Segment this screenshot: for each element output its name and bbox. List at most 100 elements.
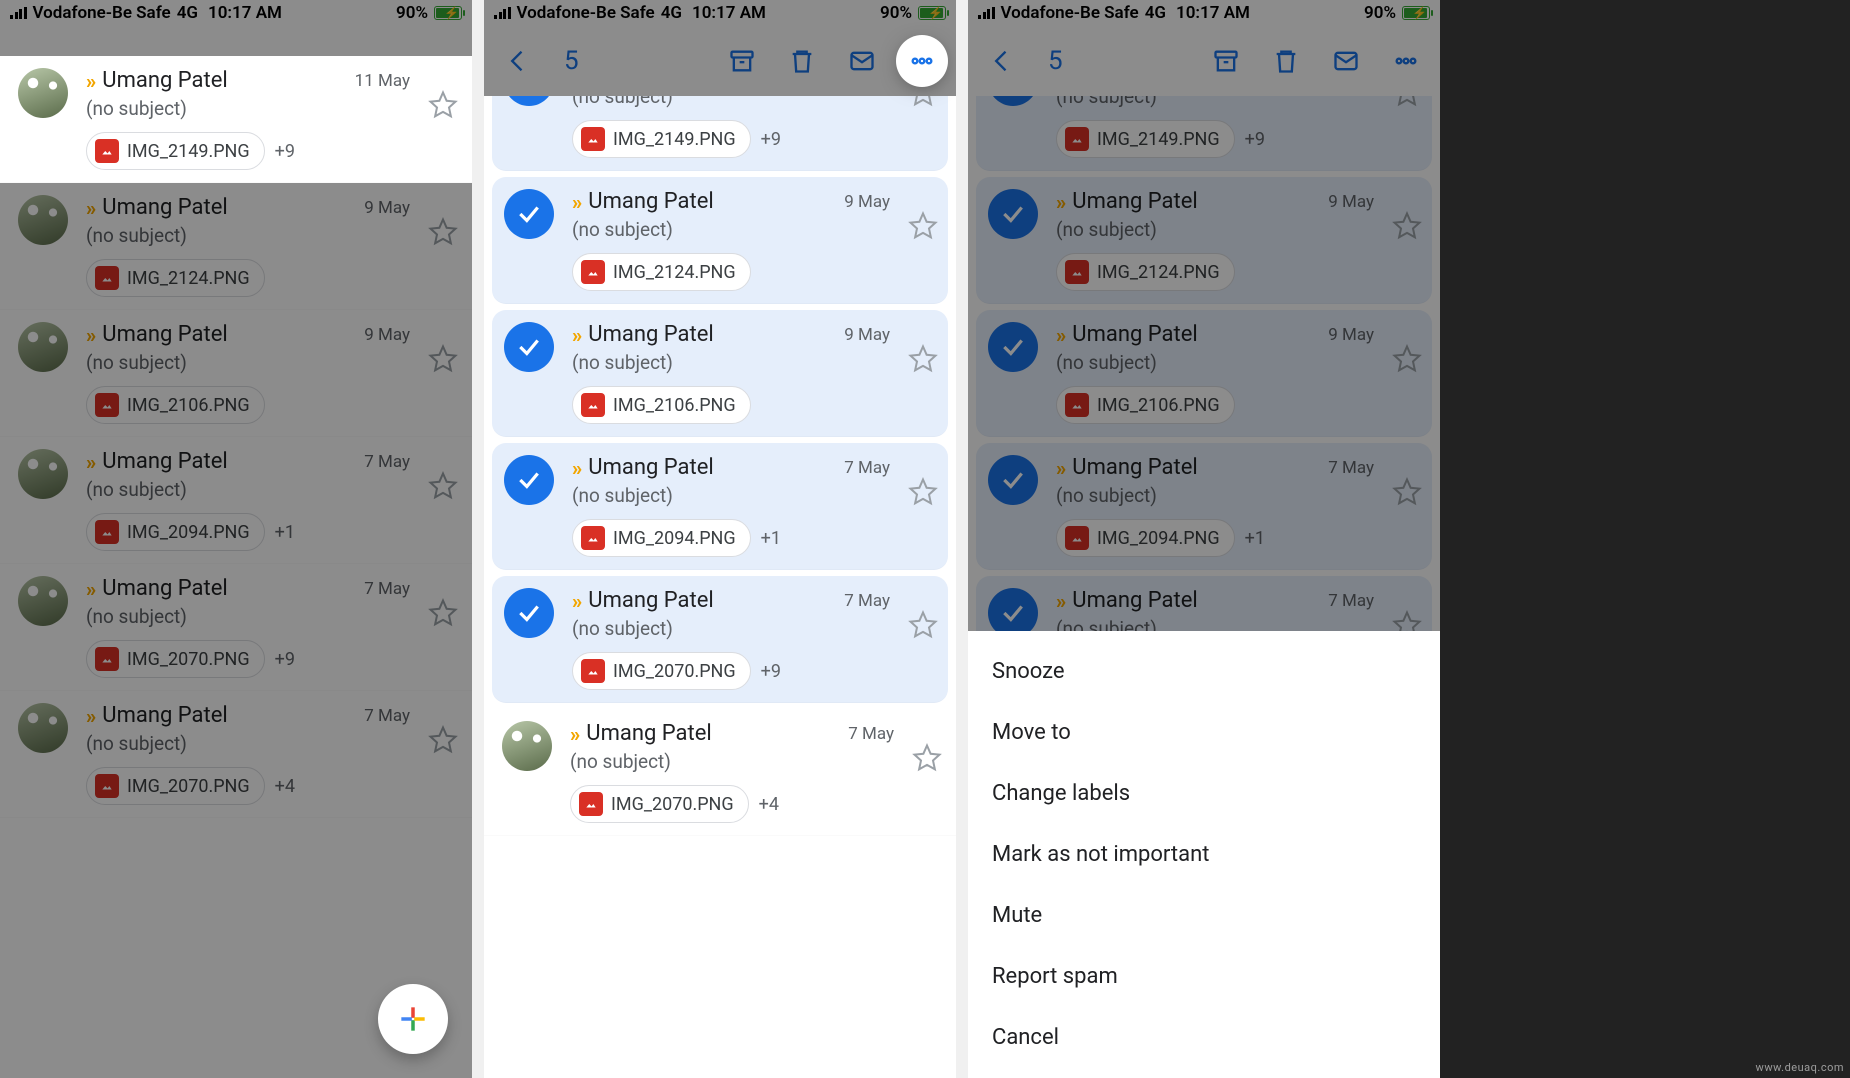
avatar[interactable] (18, 68, 68, 118)
attachment-chip[interactable]: IMG_2106.PNG (1056, 386, 1235, 424)
back-button[interactable] (498, 41, 538, 81)
email-row[interactable]: »Umang Patel9 May(no subject)IMG_2124.PN… (976, 177, 1432, 304)
star-button[interactable] (428, 471, 458, 505)
email-row[interactable]: »Umang Patel7 May(no subject)IMG_2070.PN… (0, 564, 472, 691)
attachment-name: IMG_2124.PNG (1097, 262, 1220, 283)
email-row[interactable]: »Umang Patel11 May(no subject)IMG_2149.P… (492, 96, 948, 171)
attachment-chip[interactable]: IMG_2149.PNG (86, 132, 265, 170)
email-list[interactable]: » Umang Patel 11 May (no subject) IMG_21… (0, 26, 472, 1078)
star-button[interactable] (1392, 477, 1422, 511)
star-button[interactable] (908, 96, 938, 112)
attachment-chip[interactable]: IMG_2106.PNG (86, 386, 265, 424)
email-row[interactable]: » Umang Patel 11 May (no subject) IMG_21… (0, 56, 472, 183)
sheet-item-change-labels[interactable]: Change labels (968, 763, 1440, 824)
sheet-item-mark-as-not-important[interactable]: Mark as not important (968, 824, 1440, 885)
importance-marker-icon: » (1056, 589, 1060, 613)
attachment-name: IMG_2070.PNG (127, 649, 250, 670)
attachment-chip[interactable]: IMG_2070.PNG (86, 640, 265, 678)
star-button[interactable] (1392, 96, 1422, 112)
attachment-extra: +9 (1245, 129, 1265, 150)
avatar[interactable] (502, 721, 552, 771)
attachment-chip[interactable]: IMG_2149.PNG (572, 120, 751, 158)
attachment-chip[interactable]: IMG_2070.PNG (86, 767, 265, 805)
selected-check-icon[interactable] (988, 189, 1038, 239)
attachment-chip[interactable]: IMG_2070.PNG (572, 652, 751, 690)
more-button[interactable] (1386, 41, 1426, 81)
sender-label: Umang Patel (588, 588, 713, 613)
attachment-chip[interactable]: IMG_2094.PNG (572, 519, 751, 557)
subject-label: (no subject) (86, 605, 410, 628)
attachment-chip[interactable]: IMG_2094.PNG (1056, 519, 1235, 557)
star-button[interactable] (908, 211, 938, 245)
star-button[interactable] (1392, 211, 1422, 245)
avatar[interactable] (18, 195, 68, 245)
avatar[interactable] (18, 449, 68, 499)
sheet-item-mute[interactable]: Mute (968, 885, 1440, 946)
star-button[interactable] (428, 344, 458, 378)
avatar[interactable] (18, 322, 68, 372)
subject-label: (no subject) (1056, 351, 1374, 374)
battery-icon: ⚡ (1402, 6, 1430, 20)
selected-check-icon[interactable] (988, 96, 1038, 106)
subject-label: (no subject) (1056, 96, 1374, 108)
attachment-chip[interactable]: IMG_2124.PNG (1056, 253, 1235, 291)
archive-button[interactable] (1206, 41, 1246, 81)
email-row[interactable]: »Umang Patel7 May(no subject)IMG_2094.PN… (976, 443, 1432, 570)
attachment-chip[interactable]: IMG_2149.PNG (1056, 120, 1235, 158)
email-row[interactable]: »Umang Patel7 May(no subject)IMG_2070.PN… (0, 691, 472, 818)
email-row[interactable]: »Umang Patel9 May(no subject)IMG_2106.PN… (0, 310, 472, 437)
back-button[interactable] (982, 41, 1022, 81)
delete-button[interactable] (782, 41, 822, 81)
email-row[interactable]: »Umang Patel9 May(no subject)IMG_2106.PN… (976, 310, 1432, 437)
email-row[interactable]: »Umang Patel9 May(no subject)IMG_2124.PN… (0, 183, 472, 310)
avatar[interactable] (18, 576, 68, 626)
star-button[interactable] (908, 610, 938, 644)
selected-check-icon[interactable] (504, 189, 554, 239)
star-button[interactable] (1392, 344, 1422, 378)
delete-button[interactable] (1266, 41, 1306, 81)
statusbar: Vodafone-Be Safe 4G 10:17 AM 90% ⚡ (968, 0, 1440, 26)
sheet-item-snooze[interactable]: Snooze (968, 641, 1440, 702)
selected-check-icon[interactable] (504, 322, 554, 372)
star-button[interactable] (428, 598, 458, 632)
star-button[interactable] (428, 90, 458, 124)
selected-check-icon[interactable] (988, 455, 1038, 505)
sheet-item-report-spam[interactable]: Report spam (968, 946, 1440, 1007)
star-button[interactable] (428, 217, 458, 251)
attachment-chip[interactable]: IMG_2070.PNG (570, 785, 749, 823)
email-row[interactable]: »Umang Patel7 May(no subject)IMG_2094.PN… (492, 443, 948, 570)
selection-count: 5 (1048, 46, 1063, 76)
archive-button[interactable] (722, 41, 762, 81)
more-button[interactable] (902, 41, 942, 81)
sheet-item-move-to[interactable]: Move to (968, 702, 1440, 763)
email-row[interactable]: »Umang Patel7 May(no subject)IMG_2070.PN… (492, 576, 948, 703)
selected-check-icon[interactable] (504, 455, 554, 505)
selection-count: 5 (564, 46, 579, 76)
star-button[interactable] (908, 477, 938, 511)
avatar[interactable] (18, 703, 68, 753)
email-row[interactable]: »Umang Patel11 May(no subject)IMG_2149.P… (976, 96, 1432, 171)
subject-label: (no subject) (1056, 484, 1374, 507)
importance-marker-icon: » (570, 722, 574, 746)
compose-fab[interactable] (378, 984, 448, 1054)
attachment-chip[interactable]: IMG_2124.PNG (86, 259, 265, 297)
sheet-item-cancel[interactable]: Cancel (968, 1007, 1440, 1068)
email-row[interactable]: »Umang Patel7 May(no subject)IMG_2070.PN… (484, 709, 956, 836)
selected-check-icon[interactable] (504, 588, 554, 638)
email-list[interactable]: »Umang Patel11 May(no subject)IMG_2149.P… (484, 96, 956, 1078)
mark-unread-button[interactable] (842, 41, 882, 81)
star-button[interactable] (428, 725, 458, 759)
selected-check-icon[interactable] (988, 322, 1038, 372)
star-button[interactable] (912, 743, 942, 777)
selected-check-icon[interactable] (504, 96, 554, 106)
attachment-chip[interactable]: IMG_2094.PNG (86, 513, 265, 551)
attachment-chip[interactable]: IMG_2106.PNG (572, 386, 751, 424)
email-row[interactable]: »Umang Patel9 May(no subject)IMG_2106.PN… (492, 310, 948, 437)
email-row[interactable]: »Umang Patel9 May(no subject)IMG_2124.PN… (492, 177, 948, 304)
star-button[interactable] (908, 344, 938, 378)
attachment-chip[interactable]: IMG_2124.PNG (572, 253, 751, 291)
image-icon (1065, 393, 1089, 417)
email-row[interactable]: »Umang Patel7 May(no subject)IMG_2094.PN… (0, 437, 472, 564)
mark-unread-button[interactable] (1326, 41, 1366, 81)
plus-multicolor-icon (399, 1005, 427, 1033)
